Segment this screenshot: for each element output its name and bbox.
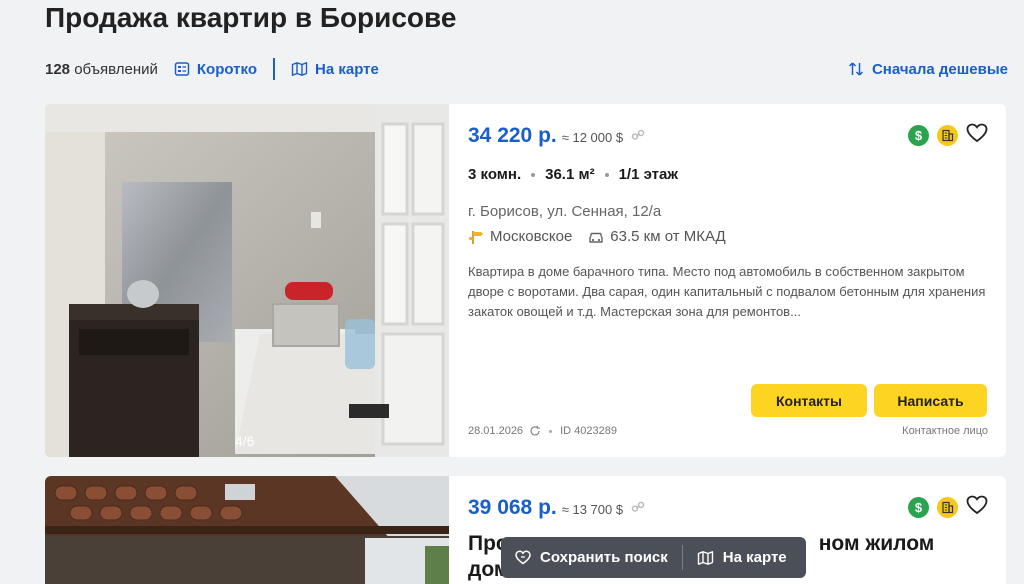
photo-counter: 4/6: [235, 433, 255, 449]
heart-add-icon: [515, 550, 531, 565]
map-icon: [291, 62, 308, 76]
sort-icon: [848, 62, 863, 76]
floating-map-label: На карте: [722, 549, 787, 566]
separator-dot: [531, 172, 536, 177]
results-count: 128 объявлений: [45, 61, 158, 78]
save-search-button[interactable]: Сохранить поиск: [501, 537, 682, 578]
listing-location: Московское 63.5 км от МКАД: [468, 228, 726, 245]
map-icon: [697, 550, 713, 565]
map-view-label: На карте: [315, 60, 379, 78]
listing-badges: $: [908, 495, 988, 520]
listing-card[interactable]: 4/6 34 220 р. ≈ 12 000 $ $ 3 комн. 36.1 …: [45, 104, 1006, 457]
listing-rooms: 3 комн.: [468, 166, 522, 183]
listing-description: Квартира в доме барачного типа. Место по…: [468, 264, 986, 319]
direction-sign-icon: [468, 230, 483, 244]
dollar-badge-icon: $: [908, 497, 929, 518]
price-row: 34 220 р. ≈ 12 000 $: [468, 124, 645, 148]
listing-params: 3 комн. 36.1 м² 1/1 этаж: [468, 166, 678, 183]
results-count-label: объявлений: [74, 60, 158, 78]
listing-badges: $: [908, 123, 988, 148]
car-icon: [589, 232, 603, 243]
listing-photo[interactable]: [45, 476, 449, 584]
listing-price-usd: ≈ 13 700 $: [561, 502, 624, 517]
contacts-button[interactable]: Контакты: [751, 384, 867, 417]
listing-price-usd: ≈ 12 000 $: [561, 130, 624, 145]
list-view-icon: [174, 62, 190, 76]
write-message-button[interactable]: Написать: [874, 384, 987, 417]
results-toolbar: 128 объявлений Коротко На карте Сначала …: [45, 58, 1008, 80]
currency-link-icon[interactable]: [631, 500, 645, 519]
listing-area: 36.1 м²: [545, 166, 595, 183]
listing-price[interactable]: 39 068 р.: [468, 496, 557, 520]
listing-photo[interactable]: 4/6: [45, 104, 449, 457]
page-title: Продажа квартир в Борисове: [45, 2, 457, 33]
listing-id: ID 4023289: [560, 425, 617, 437]
listing-photo-image: [45, 104, 449, 457]
listing-title-end: ном жилом: [818, 532, 935, 555]
price-row: 39 068 р. ≈ 13 700 $: [468, 496, 645, 520]
short-view-toggle[interactable]: Коротко: [174, 61, 257, 78]
map-view-link[interactable]: На карте: [291, 61, 379, 78]
listing-date: 28.01.2026: [468, 425, 524, 437]
currency-link-icon[interactable]: [631, 128, 645, 147]
save-search-label: Сохранить поиск: [540, 549, 668, 566]
listing-info: 34 220 р. ≈ 12 000 $ $ 3 комн. 36.1 м² 1…: [468, 104, 988, 457]
listing-distance: 63.5 км от МКАД: [588, 228, 726, 245]
listing-direction: Московское: [490, 228, 573, 245]
listing-price[interactable]: 34 220 р.: [468, 124, 557, 148]
dollar-badge-icon: $: [908, 125, 929, 146]
listing-address: г. Борисов, ул. Сенная, 12/а: [468, 203, 662, 220]
separator-dot: [604, 172, 609, 177]
floating-action-bar: Сохранить поиск На карте: [501, 537, 806, 578]
building-badge-icon: [937, 497, 958, 518]
building-badge-icon: [937, 125, 958, 146]
sort-dropdown[interactable]: Сначала дешевые: [848, 61, 1008, 78]
floating-map-button[interactable]: На карте: [683, 537, 801, 578]
sort-label: Сначала дешевые: [871, 60, 1008, 78]
results-count-number: 128: [45, 60, 71, 78]
favorite-heart-icon[interactable]: [966, 123, 988, 148]
favorite-heart-icon[interactable]: [966, 495, 988, 520]
seller-type: Контактное лицо: [902, 425, 988, 437]
toolbar-divider: [273, 58, 275, 80]
separator-dot: [549, 429, 553, 433]
listing-distance-text: 63.5 км от МКАД: [610, 228, 726, 245]
listing-meta: 28.01.2026 ID 4023289: [468, 425, 617, 437]
listing-photo-image: [45, 476, 449, 584]
short-view-label: Коротко: [196, 60, 257, 78]
listing-floor: 1/1 этаж: [618, 166, 678, 183]
refresh-icon: [530, 425, 540, 436]
